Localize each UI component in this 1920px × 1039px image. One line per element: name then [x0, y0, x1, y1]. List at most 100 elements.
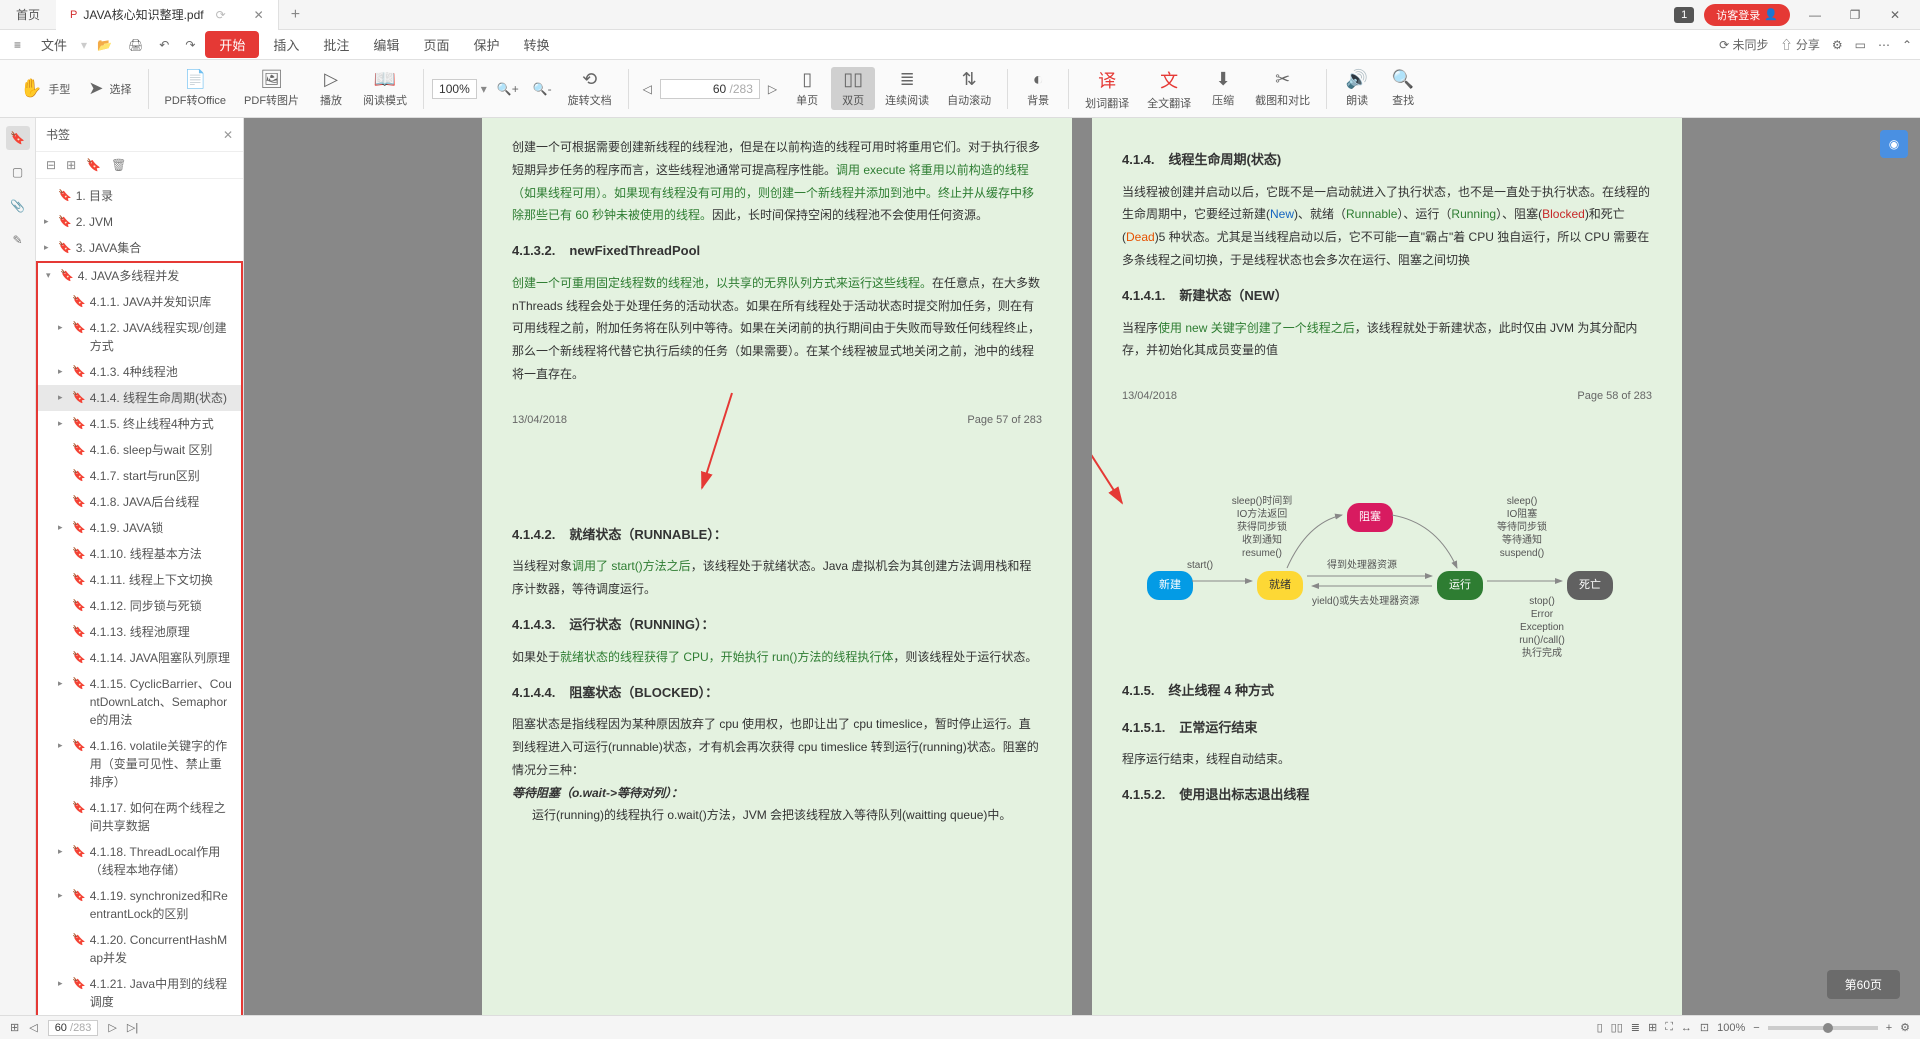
toc-item[interactable]: 🔖1. 目录 [36, 183, 243, 209]
toc-item[interactable]: ▸🔖4.1.5. 终止线程4种方式 [38, 411, 241, 437]
expand-icon[interactable]: ▸ [58, 677, 68, 691]
toc-item[interactable]: 🔖4.1.17. 如何在两个线程之间共享数据 [38, 795, 241, 839]
fullscreen-icon[interactable]: ⛶ [1665, 1021, 1673, 1034]
autoscroll[interactable]: ⇅自动滚动 [939, 67, 999, 110]
expand-icon[interactable]: ▸ [44, 241, 54, 255]
word-translate[interactable]: 译划词翻译 [1077, 65, 1137, 113]
prev-page-icon[interactable]: ◁ [637, 78, 658, 100]
view-single-icon[interactable]: ▯ [1597, 1021, 1603, 1034]
zoom-in-status[interactable]: + [1886, 1022, 1892, 1034]
add-tab-button[interactable]: + [279, 6, 312, 24]
expand-all-icon[interactable]: ⊞ [66, 158, 76, 172]
pdf-to-image[interactable]: 🖼PDF转图片 [236, 67, 307, 110]
toc-item[interactable]: ▸🔖4.1.18. ThreadLocal作用（线程本地存储） [38, 839, 241, 883]
crop-compare[interactable]: ✂截图和对比 [1247, 67, 1318, 110]
menu-page[interactable]: 页面 [413, 31, 459, 58]
toc-item[interactable]: 🔖4.1.13. 线程池原理 [38, 619, 241, 645]
status-grid-icon[interactable]: ⊞ [10, 1021, 19, 1034]
fit-page-icon[interactable]: ⊡ [1700, 1021, 1709, 1034]
toc-item[interactable]: ▸🔖2. JVM [36, 209, 243, 235]
toc-item[interactable]: ▸🔖4.1.4. 线程生命周期(状态) [38, 385, 241, 411]
open-icon[interactable]: 📂 [91, 34, 118, 56]
bookmark-delete-icon[interactable]: 🗑 [111, 158, 126, 172]
toc-item[interactable]: 🔖4.1.1. JAVA并发知识库 [38, 289, 241, 315]
next-page-icon[interactable]: ▷ [762, 78, 783, 100]
notification-badge[interactable]: 1 [1674, 7, 1694, 23]
expand-icon[interactable]: ▸ [58, 321, 68, 335]
full-translate[interactable]: 文全文翻译 [1139, 65, 1199, 113]
more-icon[interactable]: ⋯ [1878, 38, 1890, 52]
view-cont-double-icon[interactable]: ⊞ [1648, 1021, 1657, 1034]
menu-file[interactable]: 文件 [31, 31, 77, 58]
expand-icon[interactable]: ▸ [58, 365, 68, 379]
toc-item[interactable]: ▸🔖4.1.15. CyclicBarrier、CountDownLatch、S… [38, 671, 241, 733]
redo-icon[interactable]: ↷ [179, 34, 201, 56]
toc-item[interactable]: 🔖4.1.12. 同步锁与死锁 [38, 593, 241, 619]
sync-status[interactable]: ⟳ 未同步 [1719, 36, 1768, 53]
thumbnail-rail-icon[interactable]: ▢ [6, 160, 30, 184]
save-icon[interactable]: 🖨 [122, 34, 149, 56]
menu-insert[interactable]: 插入 [263, 31, 309, 58]
collapse-icon[interactable]: ⌃ [1902, 38, 1912, 52]
annotation-rail-icon[interactable]: ✎ [6, 228, 30, 252]
toc-item[interactable]: 🔖4.1.20. ConcurrentHashMap并发 [38, 927, 241, 971]
status-prev-icon[interactable]: ◁ [29, 1021, 37, 1034]
side-float-button[interactable]: ◉ [1880, 130, 1908, 158]
find-button[interactable]: 🔍查找 [1381, 67, 1425, 110]
collapse-all-icon[interactable]: ⊟ [46, 158, 56, 172]
play-button[interactable]: ▷播放 [309, 67, 353, 110]
undo-icon[interactable]: ↶ [153, 34, 175, 56]
view-double-icon[interactable]: ▯▯ [1611, 1021, 1623, 1034]
toc-item[interactable]: 🔖4.1.14. JAVA阻塞队列原理 [38, 645, 241, 671]
menu-icon[interactable]: ≡ [8, 34, 27, 56]
page-input[interactable]: 60 /283 [660, 79, 760, 99]
status-last-icon[interactable]: ▷| [127, 1021, 138, 1034]
toc-item[interactable]: ▸🔖3. JAVA集合 [36, 235, 243, 261]
minimize-button[interactable]: — [1800, 8, 1830, 22]
zoom-slider[interactable] [1768, 1026, 1878, 1030]
pdf-to-office[interactable]: 📄PDF转Office [157, 67, 235, 110]
menu-protect[interactable]: 保护 [463, 31, 509, 58]
expand-icon[interactable]: ▸ [58, 391, 68, 405]
expand-icon[interactable]: ▸ [58, 417, 68, 431]
hand-tool[interactable]: ✋手型 [12, 76, 78, 101]
toc-item[interactable]: 🔖4.1.10. 线程基本方法 [38, 541, 241, 567]
fit-width-icon[interactable]: ↔ [1681, 1022, 1692, 1034]
read-aloud[interactable]: 🔊朗读 [1335, 67, 1379, 110]
status-next-icon[interactable]: ▷ [108, 1021, 116, 1034]
tab-pin-icon[interactable]: ⟳ [216, 8, 226, 22]
double-page[interactable]: ▯▯双页 [831, 67, 875, 110]
toc-item[interactable]: ▸🔖4.1.3. 4种线程池 [38, 359, 241, 385]
zoom-input[interactable]: 100% [432, 79, 477, 99]
expand-icon[interactable]: ▸ [58, 889, 68, 903]
menu-convert[interactable]: 转换 [513, 31, 559, 58]
toc-item[interactable]: 🔖4.1.8. JAVA后台线程 [38, 489, 241, 515]
expand-icon[interactable]: ▾ [46, 269, 56, 283]
zoom-out-status[interactable]: − [1753, 1022, 1759, 1034]
menu-review[interactable]: 批注 [313, 31, 359, 58]
toc-item[interactable]: ▾🔖4. JAVA多线程并发 [38, 263, 241, 289]
single-page[interactable]: ▯单页 [785, 67, 829, 110]
menu-start[interactable]: 开始 [205, 31, 259, 58]
toc-item[interactable]: ▸🔖4.1.9. JAVA锁 [38, 515, 241, 541]
bookmark-rail-icon[interactable]: 🔖 [6, 126, 30, 150]
settings-icon[interactable]: ⚙ [1832, 38, 1843, 52]
expand-icon[interactable]: ▸ [58, 739, 68, 753]
sidebar-close-icon[interactable]: ✕ [223, 128, 233, 142]
expand-icon[interactable]: ▸ [58, 977, 68, 991]
toc-item[interactable]: ▸🔖4.1.16. volatile关键字的作用（变量可见性、禁止重排序） [38, 733, 241, 795]
close-window-button[interactable]: ✕ [1880, 8, 1910, 22]
select-tool[interactable]: ➤选择 [80, 76, 139, 101]
toc-item[interactable]: 🔖4.1.11. 线程上下文切换 [38, 567, 241, 593]
read-mode[interactable]: 📖阅读模式 [355, 67, 415, 110]
expand-icon[interactable]: ▸ [58, 521, 68, 535]
background-button[interactable]: ◐背景 [1016, 67, 1060, 110]
tab-home[interactable]: 首页 [0, 6, 56, 23]
toc-item[interactable]: 🔖4.1.6. sleep与wait 区别 [38, 437, 241, 463]
view-continuous-icon[interactable]: ≣ [1631, 1021, 1640, 1034]
bookmark-add-icon[interactable]: 🔖 [86, 158, 101, 172]
share-button[interactable]: ⇧ 分享 [1780, 36, 1819, 53]
maximize-button[interactable]: ❐ [1840, 8, 1870, 22]
toc-item[interactable]: 🔖4.1.7. start与run区别 [38, 463, 241, 489]
window-icon[interactable]: ▭ [1855, 38, 1866, 52]
